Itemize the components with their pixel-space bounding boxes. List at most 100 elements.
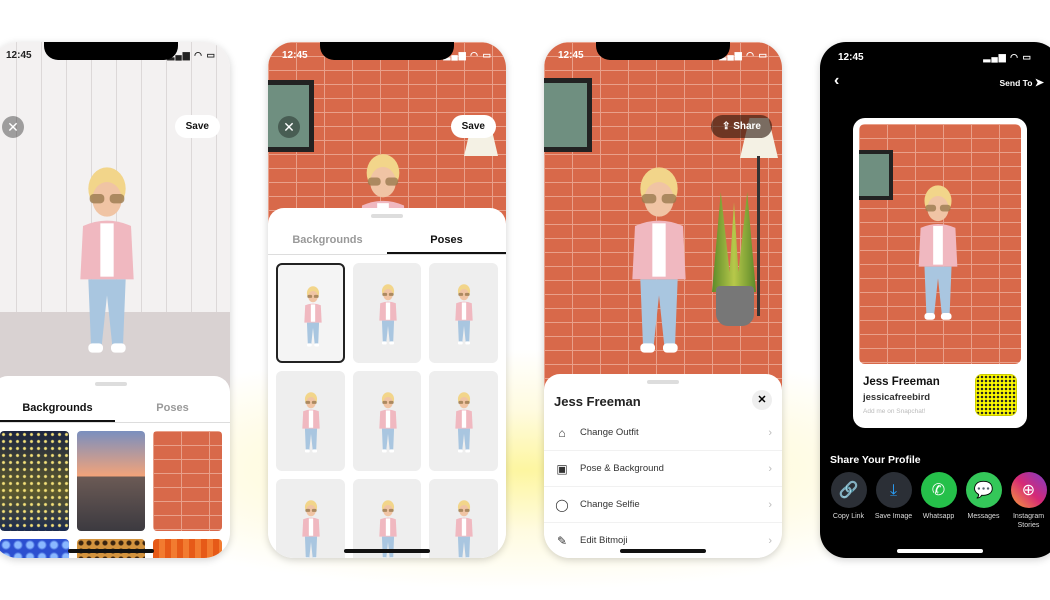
pose-option[interactable] [276,479,345,558]
profile-image [859,124,1021,364]
sheet-handle[interactable] [371,214,403,218]
bitmoji-avatar [375,273,401,357]
bitmoji-avatar [632,167,686,353]
profile-username: jessicafreebird [863,392,931,403]
sheet-handle[interactable] [95,382,127,386]
status-time: 12:45 [838,52,864,63]
download-icon: ⤓ [875,472,912,508]
share-instagram[interactable]: ⊕ Instagram Stories [1006,472,1050,530]
bitmoji-avatar [298,489,324,558]
bitmoji-avatar [909,154,967,354]
bitmoji-avatar [375,489,401,558]
bitmoji-avatar [451,273,477,357]
share-label: Save Image [874,513,913,520]
bottom-sheet: Backgrounds Poses [0,376,230,558]
pose-option[interactable] [352,263,422,363]
background-thumb-lights[interactable] [0,431,69,531]
sheet-title: Jess Freeman [554,394,641,409]
bitmoji-avatar [619,122,699,402]
background-thumb-bokeh[interactable] [0,539,69,558]
share-label: Copy Link [832,513,865,520]
tab-backgrounds[interactable]: Backgrounds [0,396,115,422]
menu-item-change-selfie[interactable]: ◯ Change Selfie › [544,487,782,523]
bitmoji-avatar [302,500,320,558]
close-sheet-button[interactable]: ✕ [752,390,772,410]
chevron-right-icon: › [768,426,772,439]
phone-share-profile-screen: 12:45 ▂▄▆ ◠ ▭ ‹ Send To ➤ Jess Freeman je… [820,42,1050,558]
link-icon: 🔗 [830,472,867,508]
background-thumb-brick[interactable] [153,431,222,531]
bitmoji-avatar [302,392,320,453]
share-title: Share Your Profile [830,454,921,466]
bitmoji-avatar [80,167,134,353]
bitmoji-avatar [455,392,473,453]
whatsapp-icon: ✆ [920,472,957,508]
home-indicator [68,549,154,553]
menu-item-pose-background[interactable]: ▣ Pose & Background › [544,451,782,487]
image-icon: ▣ [556,461,568,476]
instagram-icon: ⊕ [1010,472,1047,508]
bitmoji-avatar [304,286,322,347]
pose-option[interactable] [352,371,422,471]
pose-option[interactable] [276,371,345,471]
back-button[interactable]: ‹ [834,72,839,90]
bitmoji-avatar [378,500,397,558]
share-icon: ⇪ [722,121,734,132]
bitmoji-avatar [67,122,147,402]
bitmoji-avatar [918,185,958,320]
pencil-icon: ✎ [556,533,568,548]
share-label: Instagram Stories [1012,513,1045,529]
message-icon: 💬 [965,472,1002,508]
send-to-button[interactable]: Send To ➤ [1000,76,1045,89]
share-label: Share [733,121,761,132]
share-options: 🔗 Copy Link ⤓ Save Image ✆ Whatsapp 💬 Messages ⊕… [826,472,1050,530]
bitmoji-avatar [378,392,397,453]
pose-option[interactable] [429,263,498,363]
save-button[interactable]: Save [174,115,220,138]
profile-menu-sheet: Jess Freeman ✕ ⌂ Change Outfit › ▣ Pose & B… [544,374,782,558]
save-button[interactable]: Save [450,115,496,138]
chevron-left-icon: ‹ [834,72,840,89]
background-thumb-curtain[interactable] [153,539,222,558]
status-time: 12:45 [6,50,32,61]
bitmoji-avatar [451,489,477,558]
close-button[interactable]: ✕ [2,116,24,138]
menu-item-change-outfit[interactable]: ⌂ Change Outfit › [544,415,782,451]
background-thumb-pier[interactable] [76,431,146,531]
chevron-right-icon: › [768,462,772,475]
status-time: 12:45 [282,50,308,61]
snapcode[interactable] [975,374,1017,416]
phone-profile-menu-screen: 12:45 ▂▄▆ ◠ ▭ ⇪ Share Jess Freeman ✕ ⌂ Cha… [544,42,782,558]
phone-backgrounds-screen: 12:45 ▂▄▆ ◠ ▭ ✕ Save Backgrounds Poses [0,42,230,558]
pose-option[interactable] [352,479,422,558]
profile-name: Jess Freeman [863,376,940,388]
bitmoji-avatar [455,500,473,558]
bitmoji-avatar [378,284,397,345]
pose-option[interactable] [429,371,498,471]
bitmoji-avatar [375,381,401,465]
bitmoji-avatar [298,381,324,465]
chevron-right-icon: › [768,534,772,547]
share-link[interactable]: 🔗 Copy Link [826,472,871,530]
status-time: 12:45 [558,50,584,61]
pose-option[interactable] [429,479,498,558]
tab-poses[interactable]: Poses [387,228,506,254]
share-button[interactable]: ⇪ Share [711,115,772,138]
pose-option[interactable] [276,263,345,363]
tab-poses[interactable]: Poses [115,396,230,422]
profile-card: Jess Freeman jessicafreebird Add me on S… [853,118,1027,428]
share-download[interactable]: ⤓ Save Image [871,472,916,530]
chevron-right-icon: › [768,498,772,511]
share-message[interactable]: 💬 Messages [961,472,1006,530]
send-arrow-icon: ➤ [1034,77,1044,89]
bitmoji-avatar [455,284,473,345]
bitmoji-avatar [300,275,326,359]
status-icons: ▂▄▆ ◠ ▭ [983,52,1032,62]
close-icon: ✕ [7,119,19,135]
tab-backgrounds[interactable]: Backgrounds [268,228,387,254]
bottom-sheet: Backgrounds Poses [268,208,506,558]
close-button[interactable]: ✕ [278,116,300,138]
hanger-icon: ⌂ [558,425,566,440]
bitmoji-avatar [451,381,477,465]
share-whatsapp[interactable]: ✆ Whatsapp [916,472,961,530]
